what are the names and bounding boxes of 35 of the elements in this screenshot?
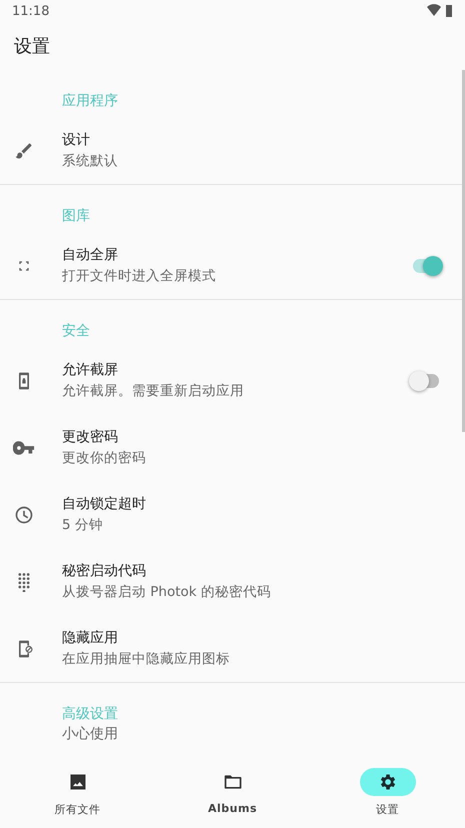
section-summary: 小心使用 [62,725,119,744]
clock-icon [14,504,34,524]
setting-title: 自动全屏 [62,246,119,264]
setting-summary: 打开文件时进入全屏模式 [62,266,217,286]
setting-title: 自动锁定超时 [62,494,147,514]
section-title: 高级设置 [62,705,119,724]
settings-row[interactable]: 允许截屏 允许截屏。需要重新启动应用 [0,347,465,414]
nav-tab[interactable]: Albums [155,768,310,815]
image-icon [68,772,88,792]
section-title: 图库 [62,207,91,226]
section-title: 安全 [62,322,91,341]
setting-summary: 更改你的密码 [62,448,147,468]
setting-title: 秘密启动代码 [62,562,147,580]
setting-summary: 从拨号器启动 Photok 的秘密代码 [62,582,272,602]
status-icons [427,4,453,18]
nav-tab[interactable]: 设置 [310,768,465,817]
setting-title: 设计 [62,130,91,150]
setting-summary: 系统默认 [62,152,119,170]
section-title: 应用程序 [62,92,119,111]
settings-row[interactable]: 秘密启动代码 从拨号器启动 Photok 的秘密代码 [0,548,465,615]
page-title: 设置 [14,35,50,58]
brush-icon [14,140,34,160]
setting-summary: 在应用抽屉中隐藏应用图标 [62,650,231,668]
settings-row[interactable]: 自动锁定超时 5 分钟 [0,481,465,548]
setting-summary: 允许截屏。需要重新启动应用 [62,382,245,400]
status-time: 11:18 [12,4,50,18]
setting-title: 隐藏应用 [62,628,119,648]
nav-tab[interactable]: 所有文件 [0,768,155,817]
setting-title: 允许截屏 [62,360,119,380]
settings-row[interactable]: 自动全屏 打开文件时进入全屏模式 [0,232,465,299]
settings-row[interactable]: 隐藏应用 在应用抽屉中隐藏应用图标 [0,615,465,682]
setting-summary: 5 分钟 [62,516,104,534]
settings-row[interactable]: 设计 系统默认 [0,117,465,184]
settings-row[interactable]: 更改密码 更改你的密码 [0,414,465,481]
setting-title: 更改密码 [62,428,119,446]
